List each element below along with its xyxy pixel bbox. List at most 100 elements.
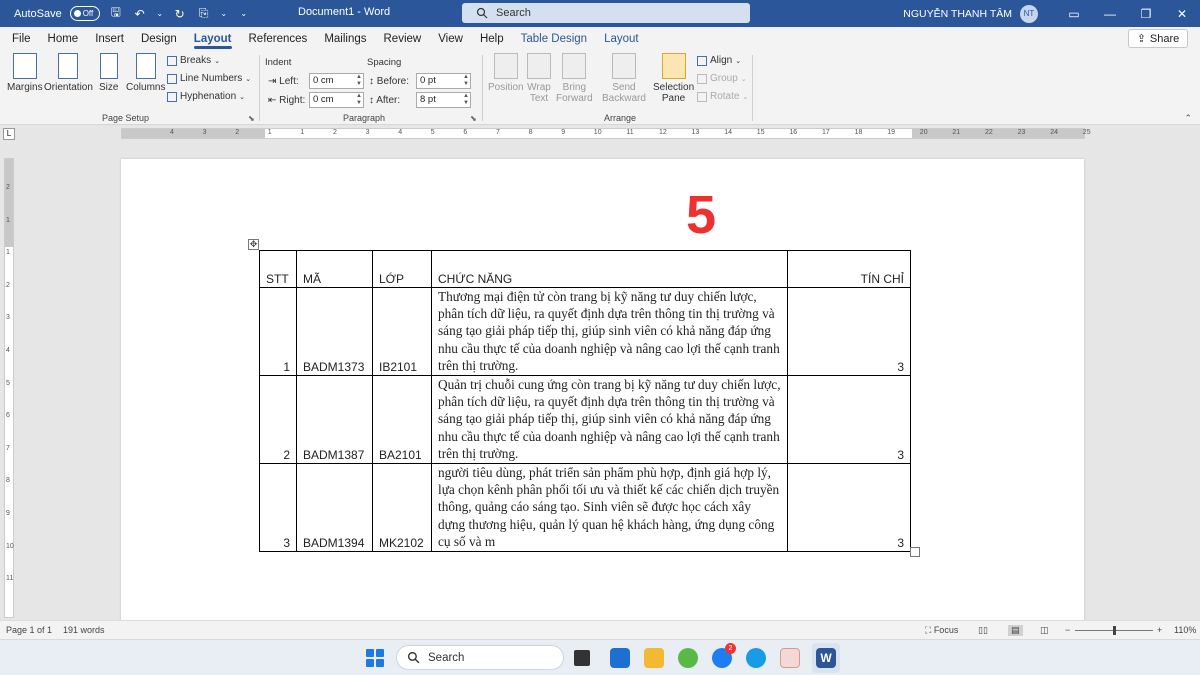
tab-design[interactable]: Design <box>141 27 177 51</box>
tab-mailings[interactable]: Mailings <box>324 27 366 51</box>
table-move-handle-icon[interactable]: ✥ <box>248 239 259 250</box>
spinner-arrows-icon[interactable]: ▲ ▼ <box>463 74 469 88</box>
header-tin-chi[interactable]: TÍN CHỈ <box>787 250 911 288</box>
header-chuc-nang[interactable]: CHỨC NĂNG <box>431 250 788 288</box>
cell-lop[interactable]: BA2101 <box>372 375 432 465</box>
word-app-icon[interactable]: W <box>816 648 836 668</box>
tab-home[interactable]: Home <box>48 27 79 51</box>
cell-lop[interactable]: MK2102 <box>372 463 432 553</box>
align-button[interactable]: Align ⌄ <box>697 55 741 66</box>
spacing-after-input[interactable]: 8 pt ▲ ▼ <box>416 92 471 108</box>
cell-chuc-nang[interactable]: Thương mại điện tử còn trang bị kỹ năng … <box>431 286 788 377</box>
cell-tin-chi[interactable]: 3 <box>787 286 911 377</box>
cell-ma[interactable]: BADM1373 <box>296 286 373 377</box>
page-setup-launcher-icon[interactable]: ⬊ <box>248 114 255 123</box>
tab-layout[interactable]: Layout <box>193 27 232 51</box>
selection-pane-button[interactable]: Selection Pane <box>653 53 694 104</box>
spinner-arrows-icon[interactable]: ▲ ▼ <box>356 93 362 107</box>
web-layout-icon[interactable]: ◫ <box>1040 625 1049 636</box>
cell-stt[interactable]: 3 <box>259 463 297 553</box>
snipping-tool-icon[interactable] <box>780 648 800 668</box>
hyphenation-button[interactable]: Hyphenation ⌄ <box>167 91 245 102</box>
redo-icon[interactable]: ↻ <box>172 7 188 21</box>
document-table[interactable]: STT MÃ LỚP CHỨC NĂNG TÍN CHỈ 1 BADM1373 … <box>259 250 911 553</box>
tab-table-layout[interactable]: Layout <box>604 27 639 51</box>
rotate-icon <box>697 91 707 102</box>
spacing-before-input[interactable]: 0 pt ▲ ▼ <box>416 73 471 89</box>
close-icon[interactable]: ✕ <box>1164 7 1200 21</box>
tab-file[interactable]: File <box>12 27 31 51</box>
columns-button[interactable]: Columns <box>126 53 165 93</box>
position-button[interactable]: Position <box>488 53 524 93</box>
cell-stt[interactable]: 2 <box>259 375 297 465</box>
cell-ma[interactable]: BADM1394 <box>296 463 373 553</box>
spinner-arrows-icon[interactable]: ▲ ▼ <box>463 93 469 107</box>
line-numbers-button[interactable]: Line Numbers ⌄ <box>167 73 251 84</box>
cell-chuc-nang[interactable]: người tiêu dùng, phát triển sản phẩm phù… <box>431 463 788 553</box>
tab-help[interactable]: Help <box>480 27 504 51</box>
windows-start-icon[interactable] <box>366 649 384 667</box>
read-mode-icon[interactable]: ▯▯ <box>978 625 988 636</box>
autosave-toggle[interactable]: Off <box>69 6 100 21</box>
share-button[interactable]: ⇪ Share <box>1128 29 1188 48</box>
coccoc-browser-icon[interactable] <box>678 648 698 668</box>
page-count[interactable]: Page 1 of 1 <box>6 625 52 635</box>
zoom-out-icon[interactable]: − <box>1065 625 1070 635</box>
wrap-text-button[interactable]: Wrap Text <box>527 53 551 104</box>
orientation-button[interactable]: Orientation <box>44 53 93 93</box>
bring-forward-button[interactable]: Bring Forward <box>556 53 593 104</box>
edge-icon[interactable] <box>746 648 766 668</box>
horizontal-ruler[interactable]: 4 3 2 1 1 2 3 4 5 6 7 8 9 10 11 12 13 14 15 16 17 18 19 20 21 22 2… <box>121 128 1091 139</box>
focus-button[interactable]: ⛶ Focus <box>925 625 958 636</box>
vertical-ruler[interactable]: 2 1 1 2 3 4 5 6 7 8 9 10 11 <box>4 158 14 618</box>
cell-tin-chi[interactable]: 3 <box>787 375 911 465</box>
indent-left-input[interactable]: 0 cm ▲ ▼ <box>309 73 364 89</box>
format-painter-icon[interactable]: ⎘ <box>196 6 212 21</box>
format-dropdown-icon[interactable]: ⌄ <box>220 9 228 18</box>
title-search-box[interactable]: Search <box>462 3 750 23</box>
cell-tin-chi[interactable]: 3 <box>787 463 911 553</box>
save-icon[interactable]: 🖫 <box>108 3 124 24</box>
microsoft-store-icon[interactable] <box>610 648 630 668</box>
user-name[interactable]: NGUYỄN THANH TÂM <box>903 8 1012 20</box>
breaks-button[interactable]: Breaks ⌄ <box>167 55 220 66</box>
restore-icon[interactable]: ❐ <box>1128 7 1164 21</box>
tab-view[interactable]: View <box>438 27 463 51</box>
ribbon-display-icon[interactable]: ▭ <box>1056 7 1092 21</box>
header-ma[interactable]: MÃ <box>296 250 373 288</box>
zoom-level[interactable]: 110% <box>1174 625 1196 635</box>
spinner-arrows-icon[interactable]: ▲ ▼ <box>356 74 362 88</box>
undo-dropdown-icon[interactable]: ⌄ <box>156 9 164 18</box>
cell-ma[interactable]: BADM1387 <box>296 375 373 465</box>
header-stt[interactable]: STT <box>259 250 297 288</box>
cell-chuc-nang[interactable]: Quản trị chuỗi cung ứng còn trang bị kỹ … <box>431 375 788 465</box>
task-view-icon[interactable] <box>574 650 590 666</box>
avatar[interactable]: NT <box>1020 4 1038 23</box>
word-count[interactable]: 191 words <box>63 625 105 635</box>
send-backward-button[interactable]: Send Backward <box>602 53 646 104</box>
collapse-ribbon-icon[interactable]: ⌃ <box>1184 113 1192 124</box>
minimize-icon[interactable]: — <box>1092 7 1128 21</box>
rotate-button[interactable]: Rotate ⌄ <box>697 91 748 102</box>
margins-button[interactable]: Margins <box>7 53 43 93</box>
zoom-slider-thumb[interactable] <box>1113 626 1116 635</box>
indent-right-input[interactable]: 0 cm ▲ ▼ <box>309 92 364 108</box>
print-layout-icon[interactable]: ▤ <box>1008 625 1023 636</box>
cell-lop[interactable]: IB2101 <box>372 286 432 377</box>
customize-toolbar-icon[interactable]: ⌄ <box>236 9 252 18</box>
cell-stt[interactable]: 1 <box>259 286 297 377</box>
table-resize-handle-icon[interactable] <box>910 547 920 557</box>
undo-icon[interactable]: ↶ <box>132 7 148 21</box>
group-button[interactable]: Group ⌄ <box>697 73 747 84</box>
taskbar-search[interactable]: Search <box>396 645 564 670</box>
tab-review[interactable]: Review <box>384 27 422 51</box>
file-explorer-icon[interactable] <box>644 648 664 668</box>
tab-references[interactable]: References <box>249 27 308 51</box>
size-button[interactable]: Size <box>99 53 118 93</box>
tab-selector-icon[interactable]: L <box>3 128 15 140</box>
zoom-in-icon[interactable]: + <box>1157 625 1162 635</box>
tab-insert[interactable]: Insert <box>95 27 124 51</box>
tab-table-design[interactable]: Table Design <box>521 27 587 51</box>
header-lop[interactable]: LỚP <box>372 250 432 288</box>
paragraph-launcher-icon[interactable]: ⬊ <box>470 114 477 123</box>
